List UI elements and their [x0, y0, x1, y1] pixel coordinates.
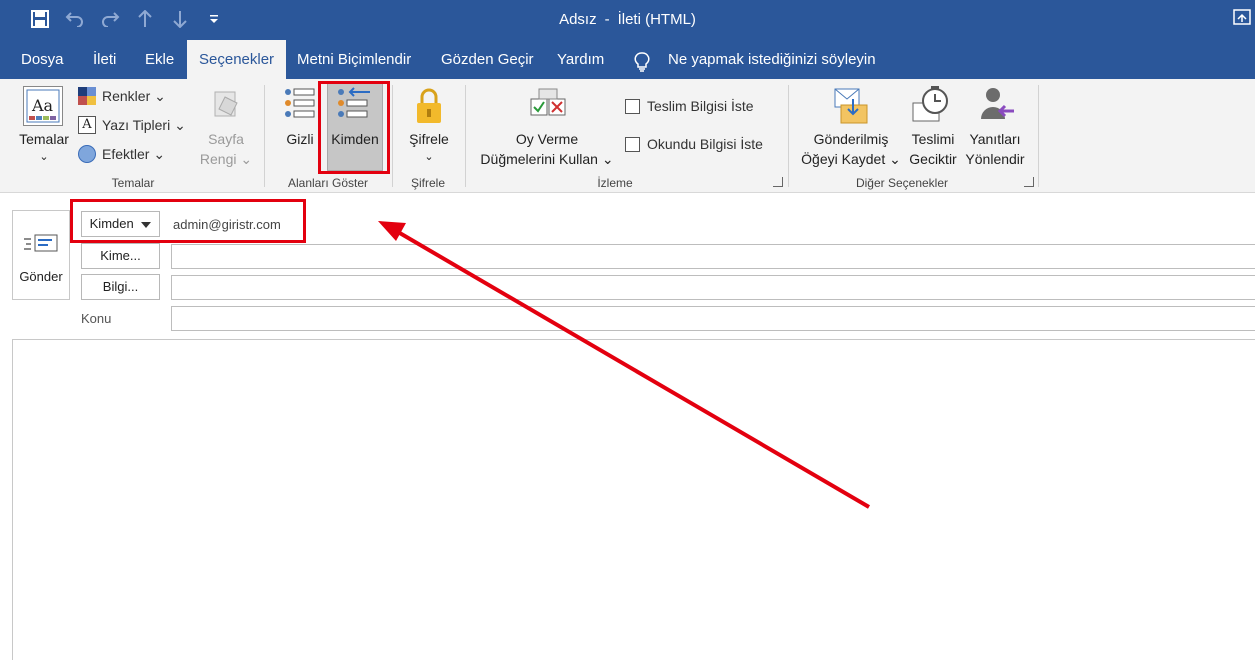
outlook-compose-window: Adsız - İleti (HTML) Dosya İleti Ekle Seçe… — [0, 0, 1255, 660]
annotation-arrow-icon — [378, 221, 871, 509]
